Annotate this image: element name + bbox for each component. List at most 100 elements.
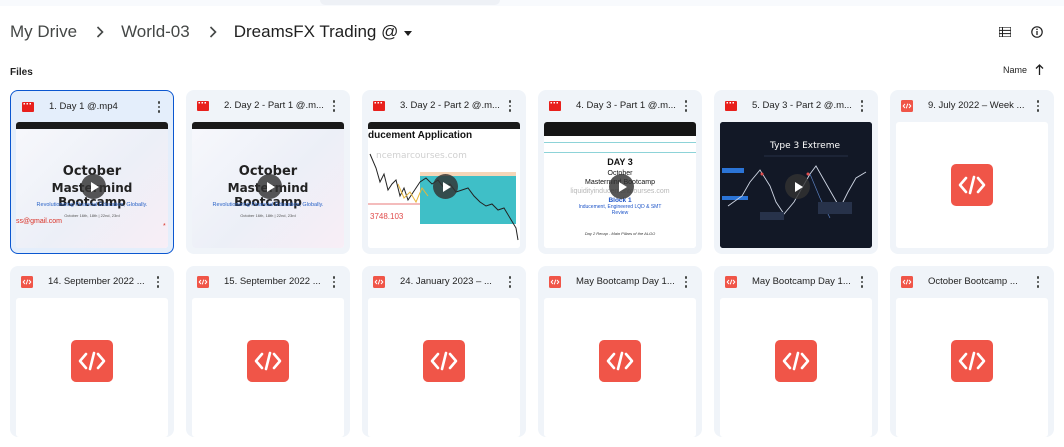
code-file-icon	[599, 340, 641, 382]
file-thumbnail[interactable]: ducement Application ncemarcourses.com 3…	[368, 122, 520, 248]
more-actions-icon[interactable]	[155, 100, 163, 114]
code-file-icon	[373, 276, 385, 288]
preview-tagline: Revolutionizing Financial Education, Glo…	[212, 202, 324, 208]
file-thumbnail[interactable]	[368, 298, 520, 437]
more-actions-icon[interactable]	[506, 275, 514, 289]
more-actions-icon[interactable]	[1034, 99, 1042, 113]
info-icon	[1031, 26, 1043, 38]
file-card[interactable]: 4. Day 3 - Part 1 @.m... DAY 3 October M…	[538, 90, 702, 254]
file-name: 3. Day 2 - Part 2 @.m...	[400, 100, 500, 111]
preview-price: 3748.103	[370, 212, 404, 221]
more-actions-icon[interactable]	[858, 275, 866, 289]
more-actions-icon[interactable]	[506, 99, 514, 113]
file-card-header: 9. July 2022 – Week ...	[890, 90, 1054, 121]
more-actions-icon[interactable]	[154, 275, 162, 289]
preview-topic: Review	[611, 210, 629, 216]
file-name: 9. July 2022 – Week ...	[928, 100, 1025, 111]
file-card-header: May Bootcamp Day 1...	[538, 266, 702, 297]
code-file-icon	[951, 340, 993, 382]
file-name: 14. September 2022 ...	[48, 276, 145, 287]
file-card[interactable]: 9. July 2022 – Week ...	[890, 90, 1054, 254]
top-strip	[0, 0, 1064, 6]
more-actions-icon[interactable]	[1034, 275, 1042, 289]
breadcrumb-world-03[interactable]: World-03	[121, 22, 190, 42]
preview-heading: ducement Application	[368, 130, 473, 141]
file-card-header: 1. Day 1 @.mp4	[11, 91, 175, 122]
preview-dates: October 16th, 18th | 22nd, 23rd	[240, 213, 296, 218]
file-thumbnail[interactable]	[720, 298, 872, 437]
more-actions-icon[interactable]	[330, 275, 338, 289]
preview-heading: Type 3 Extreme	[769, 141, 840, 151]
more-actions-icon[interactable]	[858, 99, 866, 113]
breadcrumb: My Drive World-03 DreamsFX Trading @	[10, 18, 413, 46]
view-details-button[interactable]	[1027, 22, 1047, 42]
arrow-up-icon	[1035, 64, 1044, 75]
file-thumbnail[interactable]: Type 3 Extreme	[720, 122, 872, 248]
preview-day: DAY 3	[607, 157, 633, 167]
file-card[interactable]: May Bootcamp Day 1...	[538, 266, 702, 437]
file-thumbnail[interactable]	[16, 298, 168, 437]
code-file-icon	[549, 276, 561, 288]
play-icon	[433, 174, 458, 199]
list-view-button[interactable]	[995, 22, 1015, 42]
more-actions-icon[interactable]	[682, 99, 690, 113]
file-card[interactable]: 14. September 2022 ...	[10, 266, 174, 437]
preview-footer: Day 2 Recap - Main Pillars of the ALGO	[584, 231, 656, 236]
file-name: 24. January 2023 – ...	[400, 276, 492, 287]
file-name: May Bootcamp Day 1...	[752, 276, 851, 287]
file-name: 4. Day 3 - Part 1 @.m...	[576, 100, 676, 111]
file-card-header: 24. January 2023 – ...	[362, 266, 526, 297]
file-card[interactable]: 5. Day 3 - Part 2 @.m... Type 3 Extreme	[714, 90, 878, 254]
file-name: October Bootcamp ...	[928, 276, 1018, 287]
file-thumbnail[interactable]: October Mastermind Bootcamp Revolutioniz…	[16, 122, 168, 248]
file-card-header: 2. Day 2 - Part 1 @.m...	[186, 90, 350, 121]
file-name: 1. Day 1 @.mp4	[49, 101, 118, 112]
file-card[interactable]: May Bootcamp Day 1...	[714, 266, 878, 437]
more-actions-icon[interactable]	[330, 99, 338, 113]
code-file-icon	[247, 340, 289, 382]
chevron-right-icon	[89, 26, 111, 38]
section-label: Files	[10, 67, 33, 78]
sort-label: Name	[1003, 64, 1028, 75]
code-file-icon	[197, 276, 209, 288]
file-card[interactable]: 24. January 2023 – ...	[362, 266, 526, 437]
file-name: 5. Day 3 - Part 2 @.m...	[752, 100, 852, 111]
file-thumbnail[interactable]: October Mastermind Bootcamp Revolutioniz…	[192, 122, 344, 248]
play-icon	[257, 174, 282, 199]
code-file-icon	[901, 276, 913, 288]
code-file-icon	[725, 276, 737, 288]
file-thumbnail[interactable]	[544, 298, 696, 437]
file-card[interactable]: 15. September 2022 ...	[186, 266, 350, 437]
video-file-icon	[549, 101, 561, 111]
code-file-icon	[21, 276, 33, 288]
file-thumbnail[interactable]	[192, 298, 344, 437]
file-card-header: May Bootcamp Day 1...	[714, 266, 878, 297]
file-name: 15. September 2022 ...	[224, 276, 321, 287]
file-card-header: 4. Day 3 - Part 1 @.m...	[538, 90, 702, 121]
code-file-icon	[71, 340, 113, 382]
code-file-icon	[423, 340, 465, 382]
code-file-icon	[951, 164, 993, 206]
play-icon	[609, 174, 634, 199]
play-icon	[785, 174, 810, 199]
more-actions-icon[interactable]	[682, 275, 690, 289]
file-thumbnail[interactable]	[896, 298, 1048, 437]
file-card[interactable]: 1. Day 1 @.mp4 October Mastermind Bootca…	[10, 90, 174, 254]
preview-mark: *	[163, 223, 166, 230]
file-card[interactable]: 2. Day 2 - Part 1 @.m... October Masterm…	[186, 90, 350, 254]
video-file-icon	[197, 101, 209, 111]
sort-by-name-button[interactable]: Name	[1003, 64, 1044, 75]
preview-email: ss@gmail.com	[16, 218, 63, 225]
file-thumbnail[interactable]: DAY 3 October Mastermind Bootcamp liquid…	[544, 122, 696, 248]
breadcrumb-my-drive[interactable]: My Drive	[10, 22, 77, 42]
file-name: 2. Day 2 - Part 1 @.m...	[224, 100, 324, 111]
list-view-icon	[999, 27, 1011, 37]
breadcrumb-current-folder[interactable]: DreamsFX Trading @	[234, 22, 413, 42]
file-card[interactable]: 3. Day 2 - Part 2 @.m... ducement Applic…	[362, 90, 526, 254]
file-thumbnail[interactable]	[896, 122, 1048, 248]
current-folder-name: DreamsFX Trading @	[233, 22, 399, 41]
video-file-icon	[22, 102, 34, 112]
file-card[interactable]: October Bootcamp ...	[890, 266, 1054, 437]
preview-watermark: ncemarcourses.com	[376, 151, 467, 161]
file-card-header: 5. Day 3 - Part 2 @.m...	[714, 90, 878, 121]
